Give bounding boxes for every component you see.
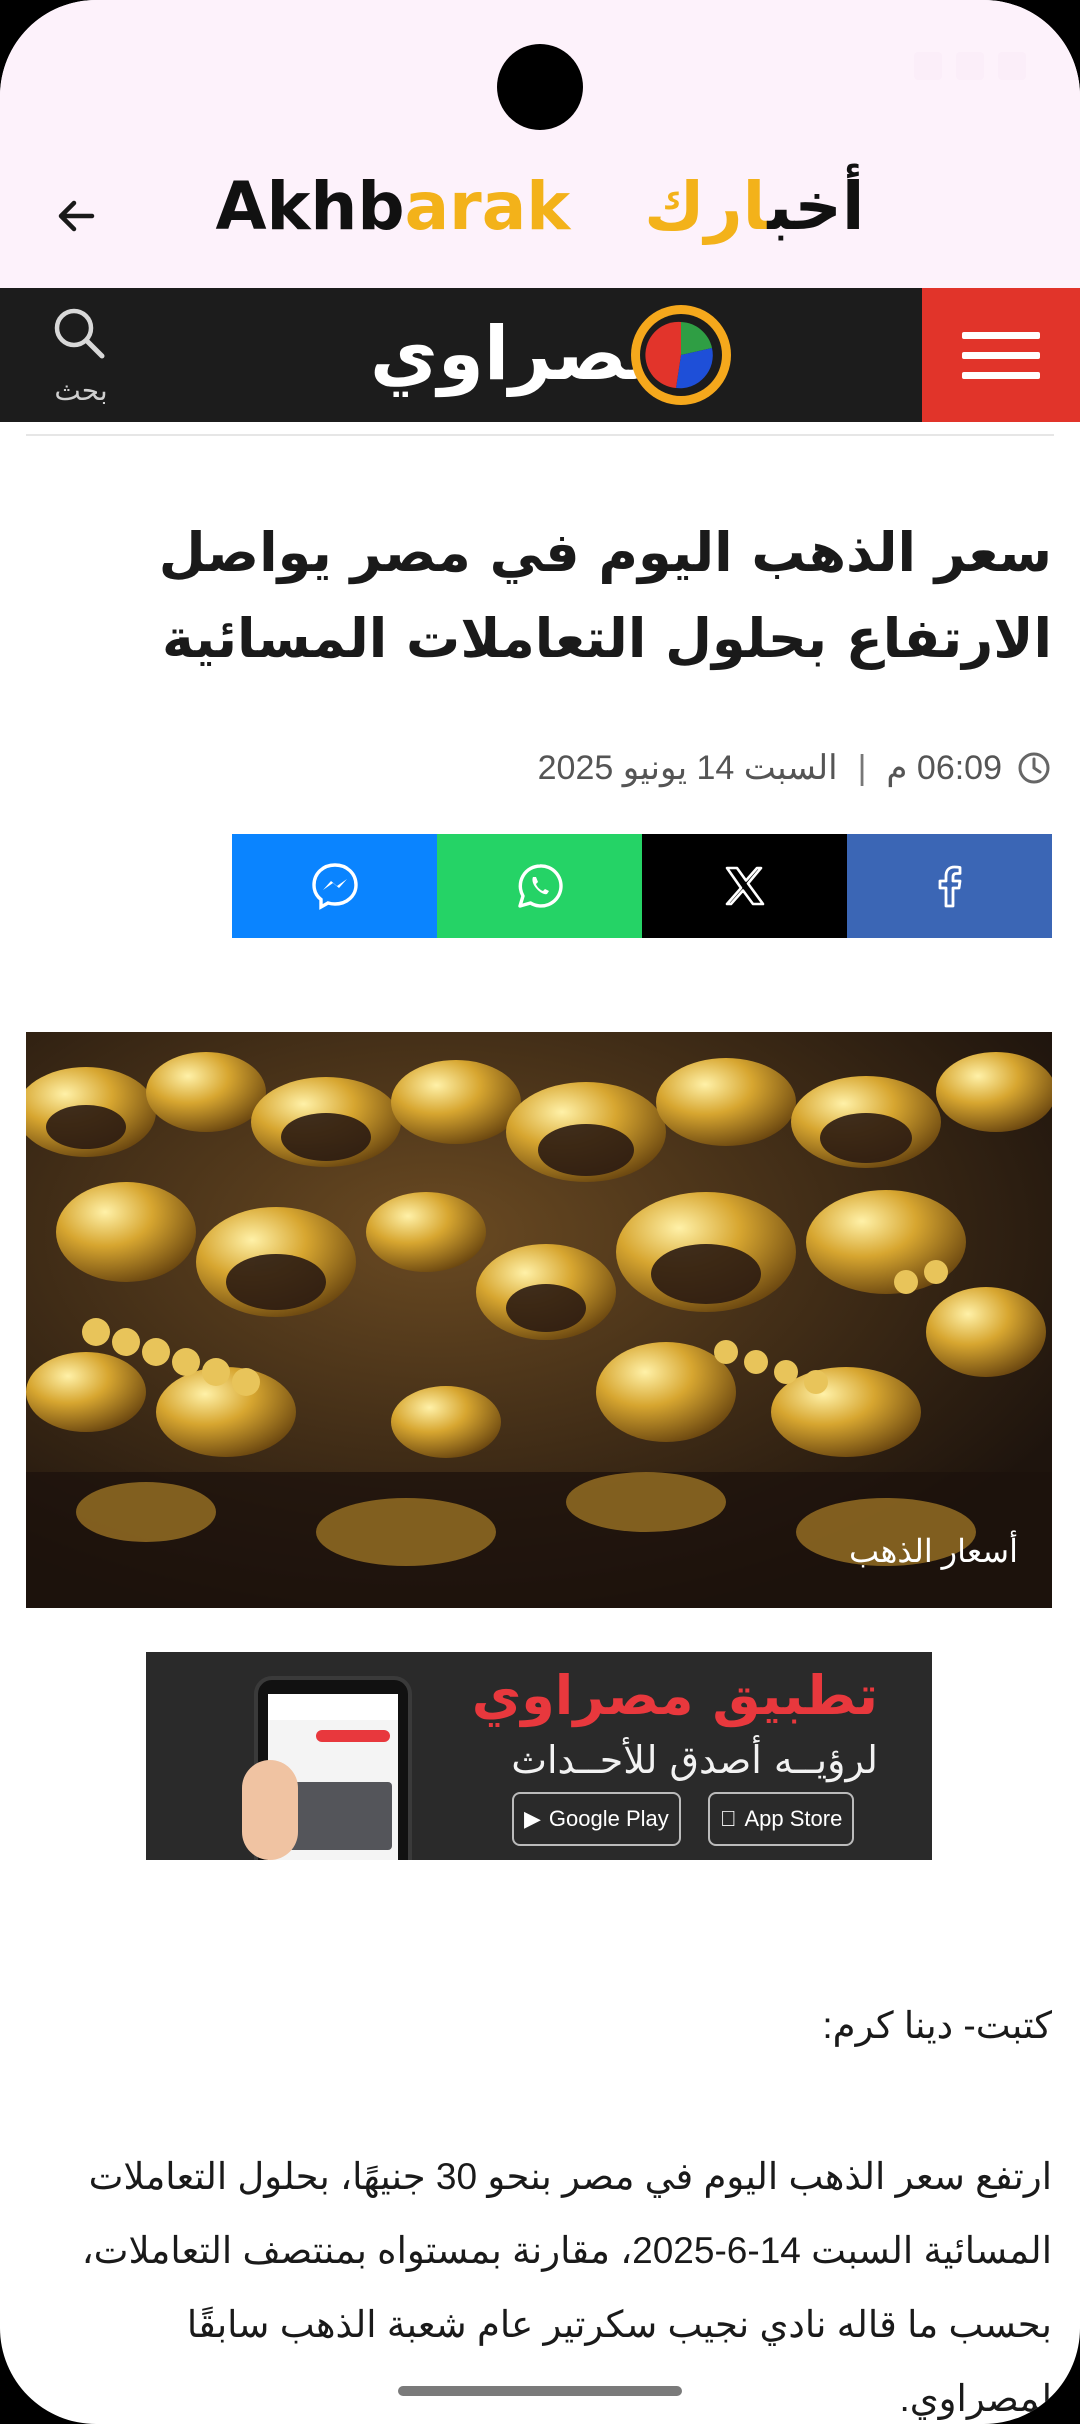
article-image[interactable]: أسعار الذهب [26, 1032, 1052, 1608]
brand-arabic-dark: أخب [767, 168, 865, 245]
banner-subtitle: لرؤيــه أصدق للأحــداث [511, 1738, 878, 1782]
screen: 8:27 Akhbarak أخبارك بحث مصراوي سعر الذه… [0, 0, 1080, 2424]
article-dateline: 06:09 م | السبت 14 يونيو 2025 [538, 748, 1052, 788]
brand-arabic-gold: ار [704, 168, 768, 245]
brand-arabic-end: ك [644, 168, 705, 245]
article-body: ارتفع سعر الذهب اليوم في مصر بنحو 30 جني… [81, 2156, 1052, 2419]
menu-line [962, 372, 1040, 379]
status-icons [914, 52, 1026, 80]
masrawy-logo[interactable]: مصراوي [370, 302, 740, 408]
play-icon: ▶ [524, 1806, 541, 1831]
image-caption: أسعار الذهب [849, 1533, 1018, 1569]
app-brand-logo: Akhbarak أخبارك [0, 168, 1080, 245]
x-logo-icon [725, 866, 764, 906]
battery-icon [998, 52, 1026, 80]
google-play-label: Google Play [548, 1806, 669, 1831]
hand-illustration [242, 1760, 298, 1860]
gold-jewelry-image [26, 1032, 1052, 1608]
logo-text: مصراوي [370, 311, 674, 397]
brand-latin-dark: Akhb [215, 168, 405, 245]
wifi-icon [914, 52, 942, 80]
article-time: 06:09 م [886, 749, 1002, 787]
app-store-badge[interactable]:  App Store [708, 1792, 855, 1846]
search-label: بحث [54, 374, 108, 407]
app-promo-banner[interactable]: تطبيق مصراوي لرؤيــه أصدق للأحــداث  Ap… [146, 1652, 932, 1860]
article-headline: سعر الذهب اليوم في مصر يواصل الارتفاع بح… [158, 521, 1052, 670]
share-whatsapp-button[interactable] [437, 834, 642, 938]
signal-icon [956, 52, 984, 80]
status-time: 8:27 [40, 48, 111, 89]
facebook-icon [938, 865, 961, 908]
menu-button[interactable] [922, 288, 1080, 422]
share-facebook-button[interactable] [847, 834, 1052, 938]
article-date: السبت 14 يونيو 2025 [537, 749, 838, 787]
brand-latin-gold: arak [404, 168, 571, 245]
menu-line [962, 332, 1040, 339]
apple-icon:  [720, 1806, 737, 1832]
share-bar [232, 834, 1052, 938]
separator: | [857, 748, 867, 787]
camera-cutout [497, 44, 583, 130]
app-store-label: App Store [728, 1806, 843, 1831]
search-button[interactable]: بحث [36, 302, 126, 412]
whatsapp-icon [517, 864, 563, 908]
messenger-icon [311, 863, 358, 910]
share-x-button[interactable] [642, 834, 847, 938]
menu-line [962, 352, 1040, 359]
site-header: بحث مصراوي [0, 288, 1080, 422]
banner-title: تطبيق مصراوي [471, 1664, 878, 1727]
clock-icon [1018, 752, 1050, 784]
search-icon [54, 308, 105, 359]
google-play-badge[interactable]: ▶ Google Play [512, 1792, 681, 1846]
app-bar: 8:27 Akhbarak أخبارك [0, 0, 1080, 288]
divider [26, 434, 1054, 436]
article-author: كتبت- دينا كرم: [822, 2005, 1052, 2046]
share-messenger-button[interactable] [232, 834, 437, 938]
logo-emblem-icon [631, 305, 731, 405]
home-indicator[interactable] [398, 2386, 682, 2396]
